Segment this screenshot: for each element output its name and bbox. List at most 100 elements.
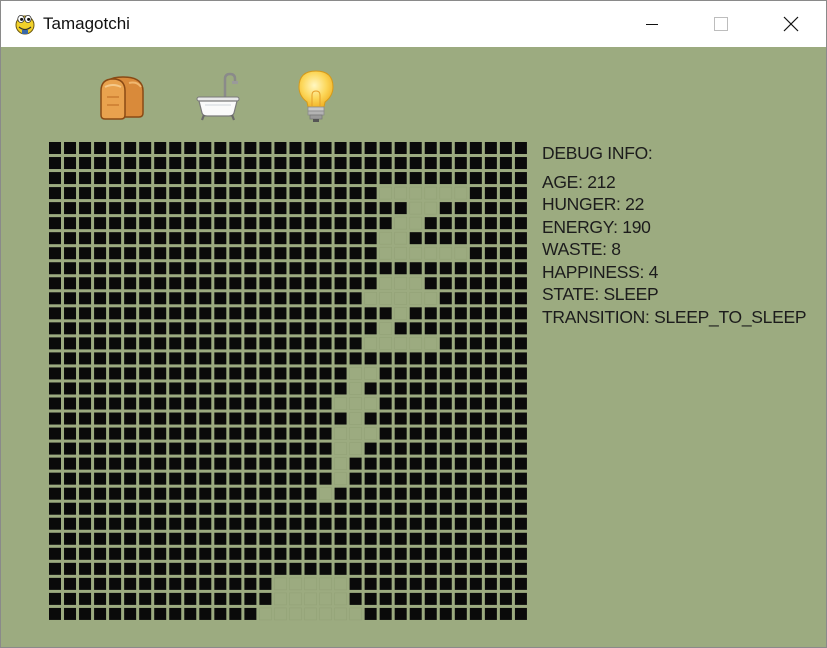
- lcd-pixel-on: [469, 472, 482, 485]
- lcd-pixel-on: [244, 337, 257, 350]
- lcd-pixel-on: [94, 187, 107, 200]
- bathtub-icon[interactable]: [195, 71, 241, 121]
- lcd-pixel-on: [304, 232, 317, 245]
- lcd-pixel-on: [139, 397, 152, 410]
- lcd-pixel-on: [154, 562, 167, 575]
- lcd-pixel-on: [154, 382, 167, 395]
- window-title: Tamagotchi: [43, 14, 130, 33]
- lcd-pixel-on: [214, 547, 227, 560]
- lcd-pixel-on: [124, 472, 137, 485]
- lcd-pixel-on: [124, 352, 137, 365]
- lcd-pixel-on: [364, 412, 377, 425]
- lcd-pixel-off: [394, 292, 407, 305]
- lcd-pixel-on: [514, 367, 527, 380]
- lcd-pixel-on: [94, 142, 107, 154]
- lcd-pixel-on: [199, 352, 212, 365]
- lcd-pixel-off: [304, 607, 317, 621]
- lcd-pixel-on: [364, 457, 377, 470]
- lcd-pixel-on: [244, 457, 257, 470]
- lcd-pixel-on: [214, 577, 227, 590]
- light-bulb-icon[interactable]: [297, 69, 335, 123]
- lcd-pixel-on: [319, 547, 332, 560]
- lcd-pixel-on: [304, 262, 317, 275]
- lcd-pixel-on: [124, 187, 137, 200]
- lcd-pixel-on: [49, 397, 61, 410]
- lcd-pixel-on: [289, 487, 302, 500]
- lcd-pixel-on: [244, 292, 257, 305]
- lcd-pixel-on: [469, 232, 482, 245]
- lcd-pixel-on: [259, 442, 272, 455]
- lcd-pixel-on: [139, 367, 152, 380]
- minimize-button[interactable]: [629, 1, 675, 47]
- lcd-pixel-on: [469, 292, 482, 305]
- lcd-pixel-on: [184, 277, 197, 290]
- lcd-pixel-on: [424, 382, 437, 395]
- lcd-pixel-on: [454, 322, 467, 335]
- lcd-pixel-off: [334, 427, 347, 440]
- lcd-pixel-on: [274, 142, 287, 154]
- lcd-pixel-on: [259, 352, 272, 365]
- lcd-pixel-on: [364, 382, 377, 395]
- lcd-pixel-on: [289, 547, 302, 560]
- lcd-pixel-on: [109, 262, 122, 275]
- lcd-pixel-on: [169, 577, 182, 590]
- lcd-pixel-on: [94, 217, 107, 230]
- lcd-pixel-on: [229, 202, 242, 215]
- lcd-pixel-on: [424, 547, 437, 560]
- lcd-pixel-on: [184, 187, 197, 200]
- lcd-pixel-on: [139, 172, 152, 185]
- lcd-pixel-on: [514, 277, 527, 290]
- maximize-button[interactable]: [698, 1, 744, 47]
- maximize-icon: [714, 17, 728, 31]
- lcd-pixel-on: [64, 337, 77, 350]
- lcd-pixel-on: [244, 382, 257, 395]
- lcd-pixel-on: [214, 502, 227, 515]
- lcd-pixel-on: [454, 337, 467, 350]
- lcd-pixel-on: [109, 157, 122, 170]
- lcd-pixel-off: [439, 186, 453, 200]
- lcd-pixel-off: [364, 292, 377, 305]
- lcd-pixel-on: [79, 592, 92, 605]
- lcd-pixel-on: [214, 382, 227, 395]
- lcd-pixel-off: [289, 592, 302, 606]
- lcd-pixel-on: [304, 277, 317, 290]
- bread-icon[interactable]: [97, 73, 149, 121]
- lcd-pixel-off: [334, 442, 347, 455]
- lcd-pixel-on: [124, 517, 137, 530]
- close-button[interactable]: [768, 1, 814, 47]
- lcd-pixel-on: [199, 487, 212, 500]
- lcd-pixel-on: [49, 487, 61, 500]
- lcd-pixel-on: [154, 277, 167, 290]
- lcd-pixel-on: [109, 517, 122, 530]
- lcd-pixel-on: [439, 142, 452, 154]
- lcd-pixel-on: [334, 262, 347, 275]
- lcd-pixel-on: [454, 307, 467, 320]
- lcd-pixel-on: [349, 277, 362, 290]
- lcd-pixel-on: [79, 292, 92, 305]
- lcd-pixel-on: [484, 412, 497, 425]
- lcd-pixel-on: [79, 232, 92, 245]
- lcd-pixel-on: [154, 232, 167, 245]
- lcd-pixel-on: [199, 547, 212, 560]
- lcd-pixel-on: [469, 442, 482, 455]
- lcd-pixel-on: [229, 337, 242, 350]
- lcd-pixel-on: [49, 412, 61, 425]
- lcd-pixel-on: [49, 442, 61, 455]
- debug-row-hunger: HUNGER: 22: [542, 194, 645, 214]
- lcd-pixel-on: [304, 532, 317, 545]
- lcd-pixel-on: [199, 532, 212, 545]
- lcd-pixel-on: [94, 292, 107, 305]
- lcd-pixel-on: [424, 487, 437, 500]
- lcd-pixel-on: [514, 427, 527, 440]
- lcd-pixel-on: [469, 397, 482, 410]
- lcd-pixel-on: [64, 142, 77, 154]
- lcd-pixel-on: [244, 187, 257, 200]
- lcd-pixel-on: [364, 307, 377, 320]
- lcd-pixel-on: [139, 232, 152, 245]
- lcd-pixel-on: [124, 487, 137, 500]
- lcd-pixel-on: [364, 202, 377, 215]
- lcd-pixel-on: [289, 322, 302, 335]
- lcd-pixel-on: [169, 517, 182, 530]
- title-bar[interactable]: Tamagotchi: [1, 1, 826, 47]
- lcd-pixel-on: [484, 202, 497, 215]
